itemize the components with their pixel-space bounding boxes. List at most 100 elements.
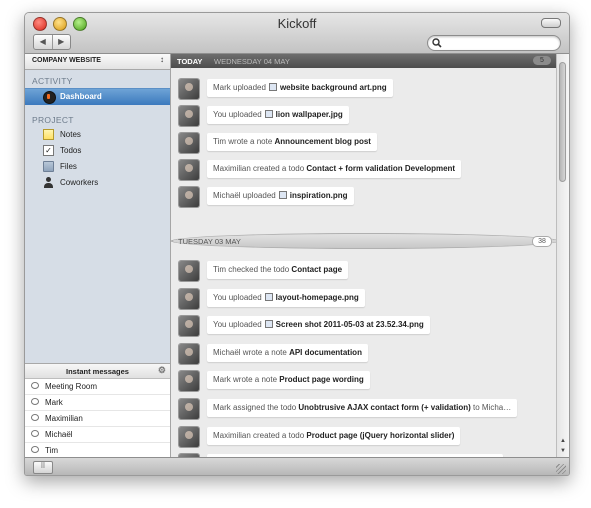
activity-bubble[interactable]: Tim checked the todo Contact page	[207, 261, 349, 279]
scroll-up-arrow[interactable]: ▲	[559, 437, 567, 445]
activity-action: created a todo	[250, 431, 307, 440]
activity-bubble[interactable]: You uploaded lion wallpaper.jpg	[207, 106, 349, 124]
chat-bubble-icon	[31, 382, 39, 389]
scroll-down-arrow[interactable]: ▼	[559, 447, 567, 455]
chat-bubble-icon	[31, 398, 39, 405]
activity-action: assigned the todo	[230, 403, 299, 412]
avatar	[179, 160, 199, 180]
im-contact-label: Mark	[45, 398, 63, 407]
project-selector[interactable]: COMPANY WEBSITE ↕	[25, 54, 170, 70]
activity-object[interactable]: Product page wording	[279, 375, 363, 384]
activity-suffix: to Micha…	[470, 403, 512, 412]
project-selector-label: COMPANY WEBSITE	[32, 57, 101, 64]
avatar	[179, 399, 199, 419]
activity-bubble[interactable]: Tim wrote a note Announcement blog post	[207, 133, 377, 151]
vertical-scrollbar[interactable]: ▲ ▼	[556, 54, 569, 458]
activity-item[interactable]: Mark wrote a note Product page wording	[179, 371, 555, 393]
im-contact-label: Maximilian	[45, 414, 83, 423]
activity-actor: Mark	[213, 403, 231, 412]
back-button[interactable]: ◀	[34, 35, 52, 49]
sidebar-item-label: Dashboard	[60, 92, 102, 101]
bottom-bar: ⠿	[25, 457, 569, 475]
activity-object[interactable]: layout-homepage.png	[276, 293, 359, 302]
avatar	[179, 316, 199, 336]
activity-item[interactable]: Mark uploaded website background art.png	[179, 79, 555, 101]
avatar	[179, 261, 199, 281]
resize-grip[interactable]	[556, 464, 566, 474]
activity-object[interactable]: Contact page	[291, 265, 342, 274]
activity-object[interactable]: lion wallpaper.jpg	[276, 110, 343, 119]
activity-item[interactable]: Maximilian created a todo Contact + form…	[179, 160, 555, 182]
sidebar-item-todos[interactable]: ✓ Todos	[25, 143, 170, 159]
activity-object[interactable]: Contact + form validation Development	[306, 164, 455, 173]
activity-item[interactable]: Michaël uploaded inspiration.png	[179, 187, 555, 209]
chat-bubble-icon	[31, 414, 39, 421]
im-contact[interactable]: Michaël	[25, 427, 170, 443]
activity-object[interactable]: website background art.png	[280, 83, 387, 92]
activity-object[interactable]: Product page (jQuery horizontal slider)	[306, 431, 454, 440]
activity-actor: Mark	[213, 83, 231, 92]
activity-object[interactable]: Unobtrusive AJAX contact form (+ validat…	[298, 403, 470, 412]
file-icon	[268, 83, 277, 91]
sidebar-item-label: Coworkers	[60, 178, 99, 187]
day-header-tuesday: TUESDAY 03 MAY 38	[171, 233, 559, 249]
sidebar-item-label: Files	[60, 162, 77, 171]
activity-bubble[interactable]: Maximilian created a todo Contact + form…	[207, 160, 462, 178]
activity-bubble[interactable]: You uploaded Screen shot 2011-05-03 at 23…	[207, 316, 430, 334]
sidebar: COMPANY WEBSITE ↕ ACTIVITY Dashboard PRO…	[25, 54, 171, 459]
file-icon	[264, 293, 273, 301]
activity-feed: TODAY WEDNESDAY 04 MAY 5 Mark uploaded we…	[171, 54, 569, 458]
im-contact[interactable]: Meeting Room	[25, 379, 170, 395]
sidebar-item-notes[interactable]: Notes	[25, 127, 170, 143]
gear-icon[interactable]: ⚙	[158, 365, 166, 376]
day-header-today: TODAY WEDNESDAY 04 MAY 5	[171, 54, 557, 68]
activity-actor: Mark	[213, 375, 231, 384]
activity-bubble[interactable]: Michaël wrote a note API documentation	[207, 344, 368, 362]
activity-item[interactable]: Michaël wrote a note API documentation	[179, 344, 555, 366]
keyboard-button[interactable]: ⠿	[33, 461, 53, 474]
activity-item[interactable]: You uploaded lion wallpaper.jpg	[179, 106, 555, 128]
activity-actor: Tim	[213, 137, 227, 146]
activity-item[interactable]: Mark assigned the todo Unobtrusive AJAX …	[179, 399, 555, 421]
activity-bubble[interactable]: Mark wrote a note Product page wording	[207, 371, 370, 389]
activity-object[interactable]: Announcement blog post	[275, 137, 371, 146]
activity-actor: Tim	[213, 265, 227, 274]
activity-bubble[interactable]: Mark uploaded website background art.png	[207, 79, 393, 97]
count-badge: 5	[533, 56, 551, 65]
activity-item[interactable]: You uploaded layout-homepage.png	[179, 289, 555, 311]
activity-bubble[interactable]: Michaël uploaded inspiration.png	[207, 187, 354, 205]
activity-action: uploaded	[240, 191, 276, 200]
activity-bubble[interactable]: Mark assigned the todo Unobtrusive AJAX …	[207, 399, 518, 417]
im-contact[interactable]: Maximilian	[25, 411, 170, 427]
day-date: TUESDAY 03 MAY	[178, 237, 241, 246]
search-icon	[432, 38, 442, 48]
activity-action: wrote a note	[240, 348, 290, 357]
activity-item[interactable]: You uploaded Screen shot 2011-05-03 at 23…	[179, 316, 555, 338]
sidebar-item-dashboard[interactable]: Dashboard	[25, 88, 170, 105]
activity-item[interactable]: Tim checked the todo Contact page	[179, 261, 555, 283]
im-contact[interactable]: Mark	[25, 395, 170, 411]
im-contact-label: Tim	[45, 446, 59, 455]
sidebar-item-coworkers[interactable]: Coworkers	[25, 175, 170, 191]
activity-object[interactable]: inspiration.png	[290, 191, 348, 200]
activity-actor: Maximilian	[213, 431, 251, 440]
search-field[interactable]	[427, 35, 561, 51]
activity-object[interactable]: API documentation	[289, 348, 362, 357]
activity-item[interactable]: Tim wrote a note Announcement blog post	[179, 133, 555, 155]
activity-bubble[interactable]: Maximilian created a todo Product page (…	[207, 427, 461, 445]
activity-object[interactable]: Screen shot 2011-05-03 at 23.52.34.png	[276, 320, 424, 329]
activity-bubble[interactable]: You uploaded layout-homepage.png	[207, 289, 365, 307]
app-window: Kickoff ◀ ▶ COMPANY WEBSITE ↕ ACTIVITY D…	[24, 12, 570, 476]
activity-action: uploaded	[226, 293, 262, 302]
title-bar: Kickoff ◀ ▶	[25, 13, 569, 54]
search-input[interactable]	[444, 36, 552, 50]
activity-item[interactable]: Maximilian created a todo Product page (…	[179, 427, 555, 449]
scrollbar-thumb[interactable]	[559, 62, 566, 182]
sidebar-item-files[interactable]: Files	[25, 159, 170, 175]
instant-messages-header: Instant messages ⚙	[25, 364, 170, 379]
avatar	[179, 344, 199, 364]
chat-bubble-icon	[31, 430, 39, 437]
forward-button[interactable]: ▶	[51, 35, 71, 49]
updown-arrows-icon: ↕	[160, 55, 164, 64]
toolbar-toggle-button[interactable]	[541, 18, 561, 28]
